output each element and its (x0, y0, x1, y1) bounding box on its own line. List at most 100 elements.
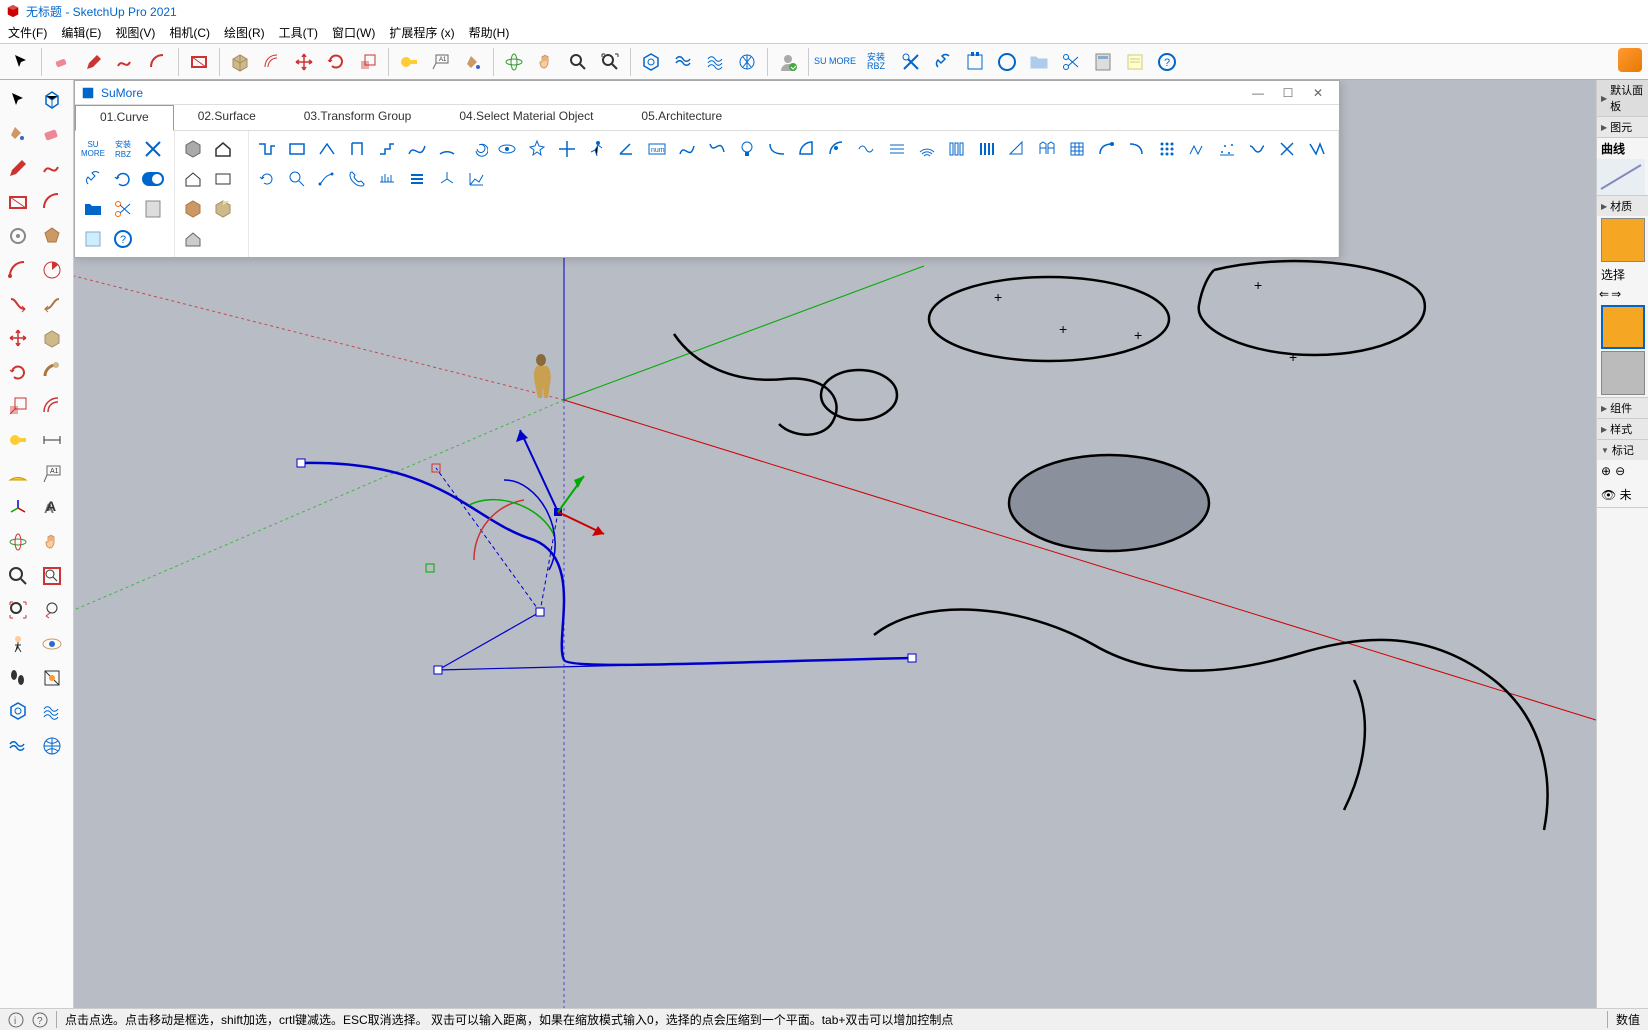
close-button[interactable]: ✕ (1303, 83, 1333, 103)
house-icon[interactable] (209, 135, 237, 163)
triangle-icon[interactable] (1003, 135, 1031, 163)
rp-materials[interactable]: 材质 (1597, 196, 1648, 216)
zoom-extents-tool[interactable] (595, 47, 625, 77)
fence-icon[interactable] (1033, 135, 1061, 163)
tab-select-material[interactable]: 04.Select Material Object (435, 105, 617, 130)
select-tool-l[interactable] (2, 84, 34, 116)
look-around-l[interactable] (36, 628, 68, 660)
material-swatch-2[interactable] (1601, 305, 1645, 349)
rotate2-icon[interactable] (253, 165, 281, 193)
wave-single-icon[interactable] (403, 135, 431, 163)
tab-architecture[interactable]: 05.Architecture (617, 105, 746, 130)
rp-entity[interactable]: 图元 (1597, 117, 1648, 137)
wrench-icon[interactable] (79, 165, 107, 193)
star-move-icon[interactable] (523, 135, 551, 163)
curve2-icon[interactable] (673, 135, 701, 163)
circle-check-icon[interactable] (992, 47, 1022, 77)
rotate-l[interactable] (2, 356, 34, 388)
add-tag-icon[interactable]: ⊕ (1601, 464, 1611, 478)
house2-icon[interactable] (179, 165, 207, 193)
circle-l[interactable] (2, 220, 34, 252)
menu-tools[interactable]: 工具(T) (279, 24, 318, 41)
num-icon[interactable]: num (643, 135, 671, 163)
plugin-icon[interactable] (960, 47, 990, 77)
offset-tool[interactable] (257, 47, 287, 77)
arc-l[interactable] (36, 186, 68, 218)
box3d-icon[interactable] (179, 135, 207, 163)
curve-reverse-l[interactable] (2, 288, 34, 320)
rp-components[interactable]: 组件 (1597, 398, 1648, 418)
tab-surface[interactable]: 02.Surface (174, 105, 280, 130)
sumore-titlebar[interactable]: SuMore — ☐ ✕ (75, 81, 1339, 105)
user-icon[interactable] (773, 47, 803, 77)
eraser-tool[interactable] (47, 47, 77, 77)
menu-camera[interactable]: 相机(C) (169, 24, 210, 41)
bulb-icon[interactable] (733, 135, 761, 163)
rect-l[interactable] (2, 186, 34, 218)
previous-view-l[interactable] (36, 594, 68, 626)
sumore-text-btn[interactable]: SUMORE (79, 135, 107, 163)
menu-view[interactable]: 视图(V) (115, 24, 155, 41)
orbit-tool[interactable] (499, 47, 529, 77)
curve-g-icon[interactable] (1093, 135, 1121, 163)
folder-open-icon[interactable] (79, 195, 107, 223)
maximize-button[interactable]: ☐ (1273, 83, 1303, 103)
bracket-icon[interactable] (343, 135, 371, 163)
wifi-icon[interactable] (913, 135, 941, 163)
zigzag3-icon[interactable] (1303, 135, 1331, 163)
zoom-tool[interactable] (563, 47, 593, 77)
grid-icon[interactable] (1063, 135, 1091, 163)
move-l[interactable] (2, 322, 34, 354)
move-tool[interactable] (289, 47, 319, 77)
notepad-icon[interactable] (1120, 47, 1150, 77)
extension-2[interactable] (668, 47, 698, 77)
calc-icon[interactable] (139, 195, 167, 223)
orbit-l[interactable] (2, 526, 34, 558)
pie-l[interactable] (36, 254, 68, 286)
spiral-icon[interactable] (463, 135, 491, 163)
scale-l[interactable] (2, 390, 34, 422)
su-more-button[interactable]: SU MORE (814, 47, 856, 77)
follow-l[interactable] (36, 356, 68, 388)
help2-icon[interactable]: ? (109, 225, 137, 253)
paint-bucket-l[interactable] (2, 118, 34, 150)
cross-icon[interactable] (1273, 135, 1301, 163)
position-camera-l[interactable] (2, 628, 34, 660)
extension-3[interactable] (700, 47, 730, 77)
help-icon-sb[interactable]: ? (32, 1012, 48, 1028)
freehand-tool[interactable] (111, 47, 141, 77)
remove-tag-icon[interactable]: ⊖ (1615, 464, 1625, 478)
offset-l[interactable] (36, 390, 68, 422)
wave3-icon[interactable] (853, 135, 881, 163)
folder-icon[interactable] (1024, 47, 1054, 77)
pushpull-l[interactable] (36, 322, 68, 354)
wave2-l[interactable] (2, 730, 34, 762)
pencil-tool[interactable] (79, 47, 109, 77)
refresh-icon[interactable] (109, 165, 137, 193)
quarter2-icon[interactable] (823, 135, 851, 163)
pan-tool[interactable] (531, 47, 561, 77)
freehand-l[interactable] (36, 152, 68, 184)
lines-icon[interactable] (883, 135, 911, 163)
curve-down-icon[interactable] (763, 135, 791, 163)
walk-l[interactable] (2, 662, 34, 694)
tab-transform[interactable]: 03.Transform Group (280, 105, 436, 130)
calculator-icon[interactable] (1088, 47, 1118, 77)
scissors2-icon[interactable] (109, 195, 137, 223)
nav-back-icon[interactable]: ⇐ (1599, 287, 1609, 301)
geo-hex-l[interactable] (2, 696, 34, 728)
eye-icon[interactable] (493, 135, 521, 163)
rp-tags[interactable]: 标记 (1597, 440, 1648, 460)
wave-l[interactable] (36, 696, 68, 728)
protractor-l[interactable] (2, 458, 34, 490)
material-swatch-1[interactable] (1601, 218, 1645, 262)
angle-icon[interactable] (613, 135, 641, 163)
step-icon[interactable] (373, 135, 401, 163)
house3-icon[interactable] (179, 225, 207, 253)
select-tool[interactable] (6, 47, 36, 77)
menu-edit[interactable]: 编辑(E) (61, 24, 101, 41)
rectangle-tool[interactable] (184, 47, 214, 77)
menu-extensions[interactable]: 扩展程序 (x) (389, 24, 454, 41)
menu-file[interactable]: 文件(F) (8, 24, 47, 41)
peak-icon[interactable] (313, 135, 341, 163)
